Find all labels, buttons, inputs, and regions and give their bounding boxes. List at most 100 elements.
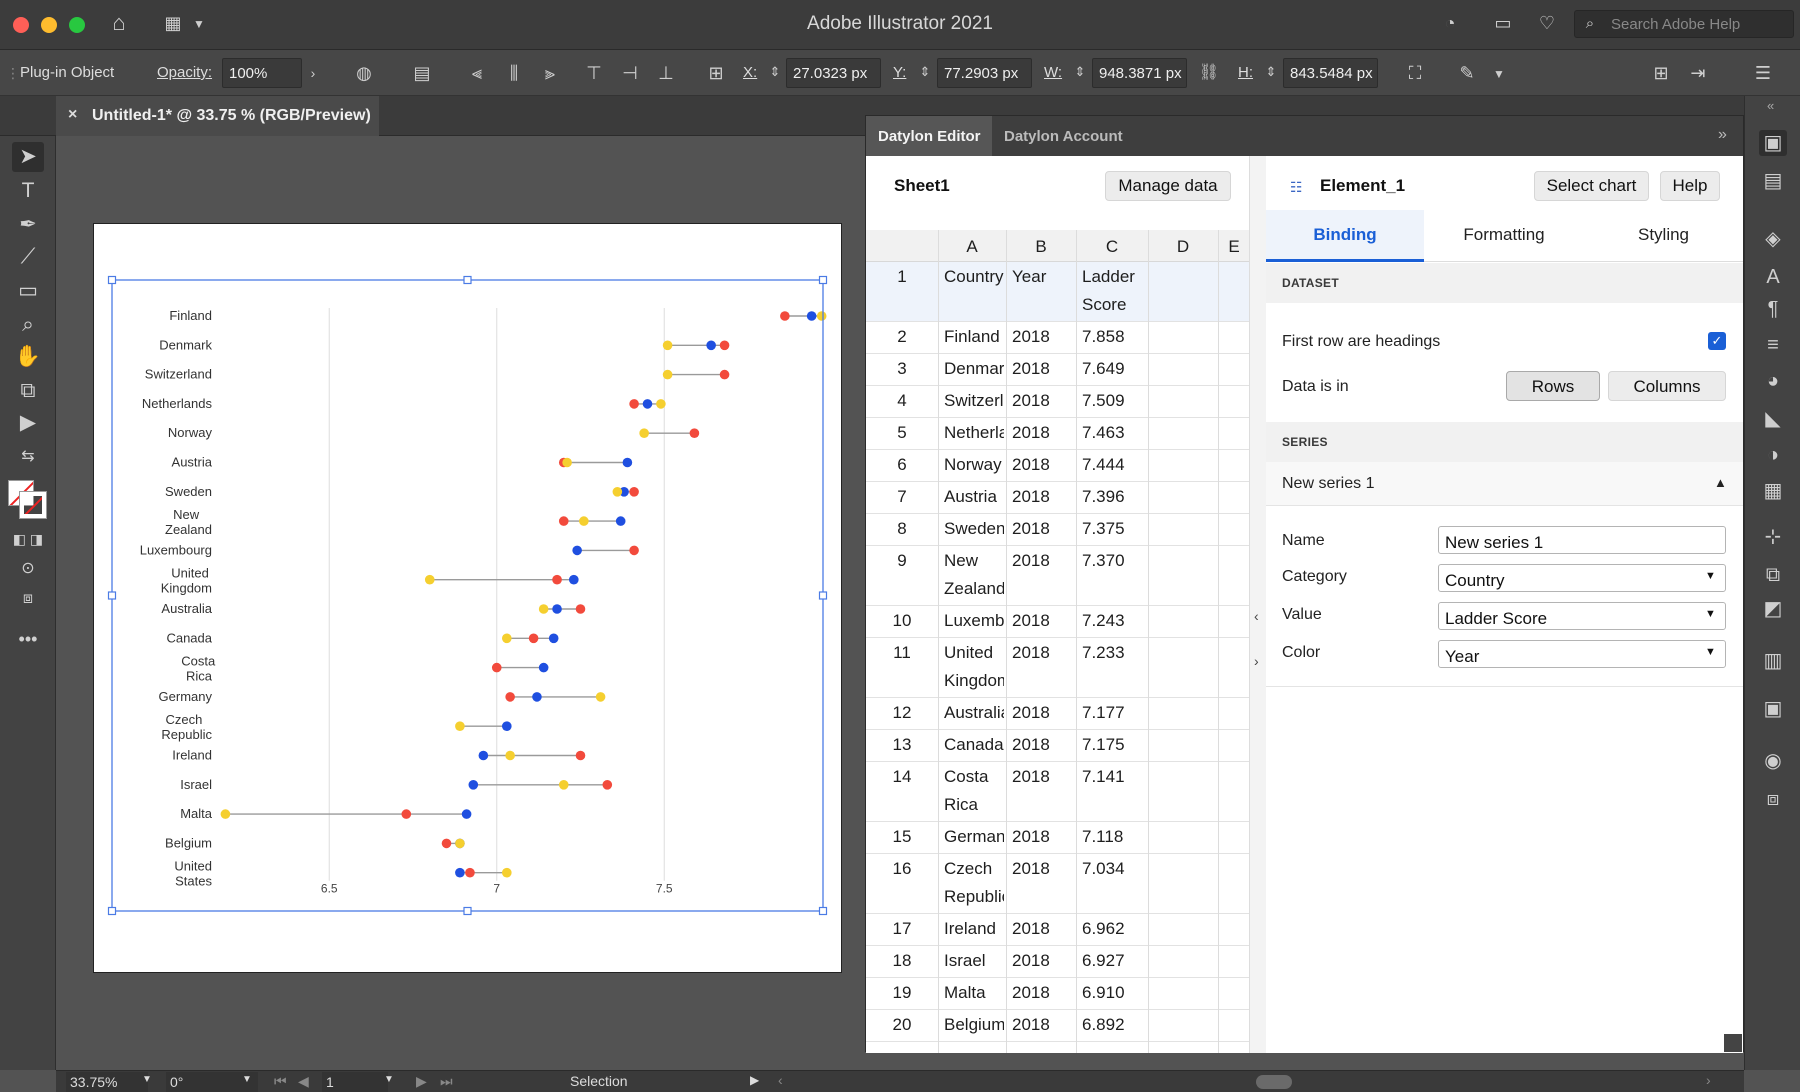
arrange-icon[interactable]: ⊞ xyxy=(1649,62,1673,84)
value-select[interactable]: Ladder Score ▼ xyxy=(1438,602,1726,630)
table-cell[interactable]: Belgium xyxy=(944,1015,1004,1035)
table-cell[interactable]: 2018 xyxy=(1012,359,1074,379)
table-cell[interactable]: 7.118 xyxy=(1082,827,1146,847)
gradient-panel-icon[interactable]: ◣ xyxy=(1759,406,1787,432)
table-cell[interactable]: 2018 xyxy=(1012,951,1074,971)
column-header[interactable]: C xyxy=(1076,237,1148,257)
align-right-icon[interactable]: ⫸ xyxy=(538,62,562,84)
table-cell[interactable]: 7.375 xyxy=(1082,519,1146,539)
last-artboard-icon[interactable]: ⏭ xyxy=(440,1073,453,1090)
table-cell[interactable]: 7.509 xyxy=(1082,391,1146,411)
table-cell[interactable]: 7.177 xyxy=(1082,703,1146,723)
table-cell[interactable]: 7.233 xyxy=(1082,643,1146,663)
table-cell[interactable]: New xyxy=(944,551,1004,571)
table-cell[interactable]: 6.927 xyxy=(1082,951,1146,971)
table-cell[interactable]: 2018 xyxy=(1012,519,1074,539)
table-cell[interactable]: 2018 xyxy=(1012,391,1074,411)
table-row[interactable]: 17 Ireland 2018 6.962 xyxy=(866,914,1249,946)
manage-data-button[interactable]: Manage data xyxy=(1105,171,1231,201)
table-row[interactable]: 19 Malta 2018 6.910 xyxy=(866,978,1249,1010)
reference-point-icon[interactable]: ⊞ xyxy=(703,62,729,84)
libraries-icon[interactable]: ▤ xyxy=(1759,168,1787,194)
help-search-field[interactable]: ⌕ Search Adobe Help xyxy=(1574,10,1794,38)
table-cell[interactable]: United xyxy=(944,643,1004,663)
artboard[interactable]: 6.5 7 7.5 Finland Denmark Switzerland Netherla… xyxy=(93,223,842,973)
table-cell[interactable]: Luxembourg xyxy=(944,611,1004,631)
align-to-icon[interactable]: ▤ xyxy=(410,62,434,84)
align-top-icon[interactable]: ⊤ xyxy=(582,62,606,84)
align-center-icon[interactable]: ⫼ xyxy=(502,62,526,84)
links-icon[interactable]: ⧈ xyxy=(1759,786,1787,812)
artboard-tool-icon[interactable]: ⧉ xyxy=(12,376,44,406)
table-row[interactable]: 11 United Kingdom 2018 7.233 xyxy=(866,638,1249,698)
table-row[interactable]: 4 Switzerland 2018 7.509 xyxy=(866,386,1249,418)
color-panel-icon[interactable]: ◕ xyxy=(1759,368,1787,394)
table-cell[interactable]: Zealand xyxy=(944,579,1004,599)
table-cell[interactable]: Score xyxy=(1082,295,1146,315)
resize-grip[interactable] xyxy=(1724,1034,1742,1052)
table-cell[interactable]: 2018 xyxy=(1012,423,1074,443)
table-cell[interactable]: Country xyxy=(944,267,1004,287)
table-row[interactable]: 3 Denmark 2018 7.649 xyxy=(866,354,1249,386)
h-stepper-icon[interactable]: ⇕ xyxy=(1263,61,1279,83)
chevron-left-icon[interactable]: ‹ xyxy=(1254,608,1259,624)
table-cell[interactable]: 6.910 xyxy=(1082,983,1146,1003)
table-cell[interactable]: 2018 xyxy=(1012,703,1074,723)
table-cell[interactable]: 2018 xyxy=(1012,767,1074,787)
document-tab[interactable]: × Untitled-1* @ 33.75 % (RGB/Preview) xyxy=(56,96,379,136)
isolate-icon[interactable]: ✎ xyxy=(1455,62,1479,84)
table-cell[interactable]: 7.463 xyxy=(1082,423,1146,443)
table-cell[interactable]: Netherlands xyxy=(944,423,1004,443)
table-cell[interactable]: 2018 xyxy=(1012,551,1074,571)
layers-icon[interactable]: ◈ xyxy=(1759,226,1787,252)
first-artboard-icon[interactable]: ⏮ xyxy=(274,1073,287,1090)
table-cell[interactable]: Israel xyxy=(944,951,1004,971)
table-row[interactable]: 10 Luxembourg 2018 7.243 xyxy=(866,606,1249,638)
table-cell[interactable]: Sweden xyxy=(944,519,1004,539)
tab-datylon-editor[interactable]: Datylon Editor xyxy=(866,116,992,156)
table-row[interactable]: 20 Belgium 2018 6.892 xyxy=(866,1010,1249,1042)
scroll-left-icon[interactable]: ‹ xyxy=(778,1072,783,1088)
columns-button[interactable]: Columns xyxy=(1608,371,1726,401)
gradient-swatch-icon[interactable]: ▥ xyxy=(1759,648,1787,674)
table-cell[interactable]: 6.962 xyxy=(1082,919,1146,939)
selection-tool-icon[interactable]: ➤ xyxy=(12,142,44,172)
close-tab-icon[interactable]: × xyxy=(68,106,77,124)
rows-button[interactable]: Rows xyxy=(1506,371,1600,401)
table-cell[interactable]: Rica xyxy=(944,795,1004,815)
series-header-row[interactable]: New series 1 ▲ xyxy=(1266,462,1743,506)
table-row[interactable]: 7 Austria 2018 7.396 xyxy=(866,482,1249,514)
eyedropper-tool-icon[interactable]: ⟋ xyxy=(12,242,44,272)
hand-tool-icon[interactable]: ✋ xyxy=(12,342,44,372)
table-cell[interactable]: Denmark xyxy=(944,359,1004,379)
collapse-dock-icon[interactable]: « xyxy=(1767,98,1774,113)
edit-toolbar-icon[interactable]: ••• xyxy=(12,624,44,654)
table-cell[interactable]: 7.444 xyxy=(1082,455,1146,475)
table-cell[interactable]: 7.370 xyxy=(1082,551,1146,571)
character-icon[interactable]: A xyxy=(1759,264,1787,290)
table-cell[interactable]: 2018 xyxy=(1012,859,1074,879)
type-tool-icon[interactable]: T xyxy=(12,176,44,206)
tab-datylon-account[interactable]: Datylon Account xyxy=(992,116,1132,156)
x-stepper-icon[interactable]: ⇕ xyxy=(767,61,783,83)
align-middle-icon[interactable]: ⊣ xyxy=(618,62,642,84)
table-row[interactable]: 18 Israel 2018 6.927 xyxy=(866,946,1249,978)
table-cell[interactable]: 2018 xyxy=(1012,643,1074,663)
x-input[interactable]: 27.0323 px xyxy=(786,58,881,88)
table-cell[interactable]: Year xyxy=(1012,267,1074,287)
swatches-icon[interactable]: ▦ xyxy=(1759,478,1787,504)
table-cell[interactable]: 2018 xyxy=(1012,611,1074,631)
recolor-artwork-icon[interactable]: ◍ xyxy=(352,62,376,84)
table-cell[interactable]: Ladder xyxy=(1082,267,1146,287)
table-cell[interactable]: Austria xyxy=(944,487,1004,507)
rectangle-tool-icon[interactable]: ▭ xyxy=(12,276,44,306)
datylon-panel-icon[interactable]: ▣ xyxy=(1759,130,1787,156)
tab-formatting[interactable]: Formatting xyxy=(1424,210,1584,262)
table-row[interactable]: 2 Finland 2018 7.858 xyxy=(866,322,1249,354)
appearance-icon[interactable]: ◑ xyxy=(1759,442,1787,468)
screen-mode-icon[interactable]: ⧈ xyxy=(12,584,44,614)
table-cell[interactable]: 2018 xyxy=(1012,455,1074,475)
transform-panel-icon[interactable]: ⊹ xyxy=(1759,524,1787,550)
panel-grip-icon[interactable]: ⋮ xyxy=(6,62,20,84)
table-cell[interactable]: 2018 xyxy=(1012,735,1074,755)
